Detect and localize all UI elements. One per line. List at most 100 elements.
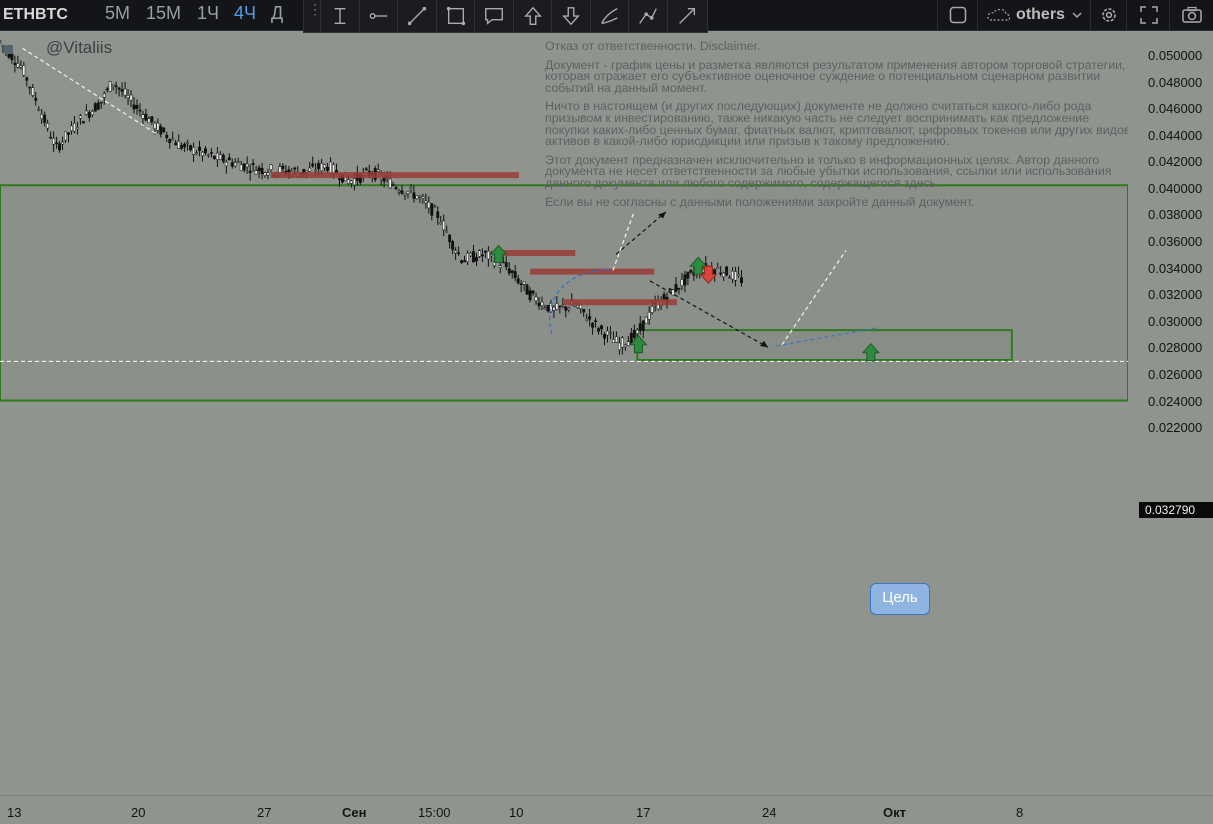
candle-body [352,178,356,186]
candle-body [740,277,743,284]
others-dropdown[interactable]: others [977,0,1091,30]
chevron-down-icon [1072,12,1082,19]
candle-body [96,102,100,110]
path-icon [639,8,657,24]
candle-body [120,89,124,92]
drawing-tool-arrow-down[interactable] [551,0,590,32]
candle-body [671,289,675,296]
candle-body [108,81,112,92]
disclaimer-text: Отказ от ответственности. Disclaimer. До… [545,40,1135,215]
candle-body [257,167,261,171]
timeframe-4h[interactable]: 4Ч [234,3,256,24]
candle-body [629,332,633,344]
candle-body [537,302,541,307]
candle-body [281,165,285,169]
candle-body [376,169,380,172]
candle-body [22,65,26,76]
drawing-tool-arrow-up[interactable] [512,0,552,32]
timeframe-1d[interactable]: Д [271,3,283,24]
time-axis[interactable] [0,795,1213,824]
candle-body [722,272,726,278]
drawing-tool-brush[interactable] [589,0,629,32]
others-label: others [1016,6,1065,23]
price-tick-label: 0.034000 [1148,260,1203,276]
fullscreen-icon [1139,6,1158,24]
candle-body [102,93,106,98]
timeframe-1h[interactable]: 1Ч [197,3,219,24]
candle-body [626,341,630,346]
candle-body [150,116,154,123]
symbol-label[interactable]: ETHBTC [3,6,68,24]
candle-body [477,250,481,257]
drawing-tool-text-anchor[interactable] [320,0,359,32]
candle-body [46,123,50,129]
candle-body [638,323,642,331]
candle-body [183,143,187,148]
candle-body [594,320,598,322]
candle-body [394,187,398,190]
candle-body [346,179,350,184]
candle-body [620,337,624,348]
drawing-tool-callout[interactable] [474,0,513,32]
disclaimer-line: Ничто в настоящем (и других последующих)… [545,99,1131,149]
drawing-toolbar[interactable]: ⋮ [303,0,708,33]
candle-body [338,178,341,181]
price-axis[interactable] [1128,30,1213,795]
candle-body [314,169,318,172]
candle-body [180,145,184,149]
time-tick-label: 8 [1016,805,1024,820]
candle-body [174,142,178,146]
time-tick-label: 17 [636,805,651,820]
time-tick-label: 10 [509,805,524,820]
time-tick-label: 20 [131,805,146,820]
drawing-tool-rectangle[interactable] [435,0,475,32]
candle-body [466,252,469,262]
candle-body [430,203,434,216]
candle-body [227,157,231,161]
candle-body [388,178,392,189]
demand-zone [636,329,1013,362]
arrow-line-icon [678,7,695,24]
snapshot-button[interactable] [1169,0,1213,30]
brand-logo-icon [4,45,13,54]
drag-handle-icon[interactable]: ⋮ [308,2,322,16]
candle-body [114,85,118,88]
settings-button[interactable] [1090,0,1127,30]
candle-body [364,168,368,171]
drawing-tool-path[interactable] [628,0,667,32]
candle-body [251,163,255,165]
candle-body [403,193,407,196]
timeframe-15m[interactable]: 15M [146,3,181,24]
candle-body [480,254,484,257]
price-tick-label: 0.026000 [1148,366,1203,382]
price-tick-label: 0.040000 [1148,180,1203,196]
candle-body [507,268,511,274]
candle-body [483,250,487,253]
candle-body [683,274,687,286]
timeframe-5m[interactable]: 5M [105,3,130,24]
drawing-tool-arrow-line[interactable] [666,0,706,32]
price-tick-label: 0.030000 [1148,313,1203,329]
drawing-tool-trend-line[interactable] [397,0,436,32]
candle-body [99,101,103,104]
layout-square-icon [949,6,967,24]
candle-body [242,163,246,171]
candle-body [287,169,291,173]
target-callout[interactable]: Цель [870,583,930,615]
fullscreen-button[interactable] [1126,0,1170,30]
candle-body [516,278,520,284]
candle-body [67,132,70,135]
candle-body [600,325,603,330]
disclaimer-line: Этот документ предназначен исключительно… [545,152,1112,190]
candle-body [433,206,437,208]
candle-body [117,87,121,90]
candle-body [263,172,267,176]
candle-body [677,287,681,290]
candle-body [43,114,47,123]
candle-body [561,304,565,307]
drawing-tool-horizontal-ray[interactable] [358,0,398,32]
candle-body [454,250,458,254]
candle-body [192,147,196,155]
candle-body [409,187,413,190]
layout-button[interactable] [937,0,978,30]
